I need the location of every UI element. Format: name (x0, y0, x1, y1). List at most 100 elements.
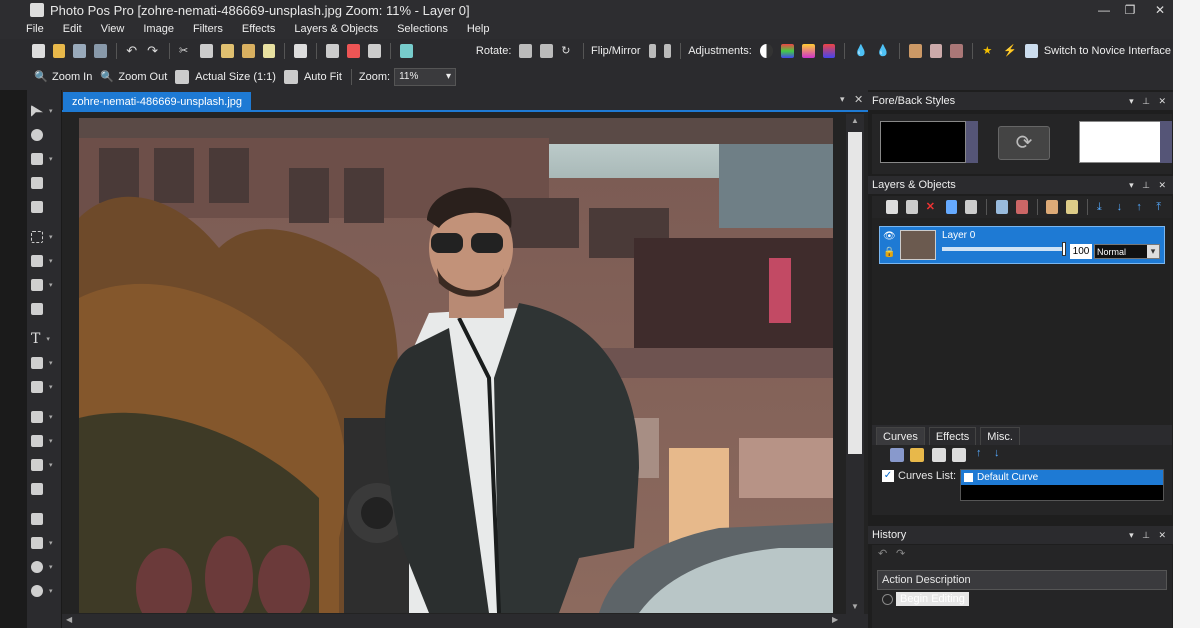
contrast-icon[interactable] (759, 44, 773, 58)
rotate-left-icon[interactable] (519, 44, 533, 58)
layer-properties-icon[interactable] (945, 200, 958, 214)
tab-effects[interactable]: Effects (928, 427, 977, 445)
tab-curves[interactable]: Curves (876, 427, 925, 445)
menu-image[interactable]: Image (133, 20, 183, 39)
history-redo-icon[interactable]: ↷ (896, 547, 905, 560)
novice-icon[interactable] (1024, 44, 1038, 58)
text-tool[interactable]: T ▾ (31, 330, 57, 348)
undo-icon[interactable]: ↶ (126, 44, 139, 58)
panel-buttons-icon[interactable]: ▾ ⊥ ✕ (1129, 180, 1169, 191)
curve-item-default[interactable]: Default Curve (961, 470, 1163, 485)
picker-tool[interactable] (31, 480, 57, 498)
group-icon[interactable] (1046, 200, 1059, 214)
delete-layer-icon[interactable]: ✕ (926, 200, 938, 214)
ruler-icon[interactable] (347, 44, 361, 58)
filter-icon[interactable] (950, 44, 964, 58)
panel-buttons-icon[interactable]: ▾ ⊥ ✕ (1129, 530, 1169, 541)
new-icon[interactable] (31, 44, 45, 58)
paste-icon[interactable] (220, 44, 234, 58)
visibility-eye-icon[interactable]: 👁 (883, 231, 896, 242)
open-icon[interactable] (52, 44, 66, 58)
switch-novice-button[interactable]: Switch to Novice Interface (1044, 45, 1171, 57)
background-options-icon[interactable] (1160, 121, 1172, 163)
save-all-icon[interactable] (94, 44, 108, 58)
zoom-out-button[interactable]: Zoom Out (118, 71, 167, 83)
lock-icon[interactable]: 🔒 (883, 247, 895, 258)
auto-fit-button[interactable]: Auto Fit (304, 71, 342, 83)
shape-tool[interactable]: ▾ (31, 354, 57, 372)
duplicate-layer-icon[interactable] (905, 200, 918, 214)
guides-icon[interactable] (368, 44, 381, 58)
smudge-tool[interactable]: ▾ (31, 534, 57, 552)
rect-select-tool[interactable]: ▾ (31, 228, 57, 246)
history-item[interactable]: Begin Editing (896, 592, 969, 606)
move-up-icon[interactable]: ↑ (1136, 200, 1148, 214)
new-curve-icon[interactable] (932, 448, 946, 462)
line-tool[interactable]: ▾ (31, 378, 57, 396)
red-eye-tool[interactable]: ▾ (31, 558, 57, 576)
zoom-tool[interactable] (31, 126, 57, 144)
menu-view[interactable]: View (91, 20, 134, 39)
object-select-tool[interactable] (31, 300, 57, 318)
eraser-tool[interactable]: ▾ (31, 456, 57, 474)
scroll-right-icon[interactable]: ▶ (832, 615, 838, 624)
menu-file[interactable]: File (0, 20, 53, 39)
cut-icon[interactable]: ✂ (179, 44, 192, 58)
move-top-icon[interactable]: ⤒ (1156, 200, 1168, 214)
dodge-tool[interactable]: ▾ (31, 582, 57, 600)
layer-mask-icon[interactable] (1015, 200, 1028, 214)
menu-selections[interactable]: Selections (387, 20, 457, 39)
stamp-tool[interactable] (31, 510, 57, 528)
delete-curve-icon[interactable] (952, 448, 966, 462)
zoom-in-button[interactable]: Zoom In (52, 71, 92, 83)
restore-icon[interactable]: ❐ (1116, 0, 1144, 20)
background-swatch[interactable] (1079, 121, 1161, 163)
scroll-left-icon[interactable]: ◀ (66, 615, 72, 624)
move-bottom-icon[interactable]: ⤓ (1097, 200, 1109, 214)
rotate-free-icon[interactable]: ↻ (561, 44, 574, 58)
layer-effect-icon[interactable] (995, 200, 1008, 214)
actual-size-button[interactable]: Actual Size (1:1) (195, 71, 276, 83)
history-undo-icon[interactable]: ↶ (878, 547, 887, 560)
layer-row[interactable]: 👁 🔒 Layer 0 100 Normal ▾ (879, 226, 1165, 264)
actual-size-icon[interactable] (175, 69, 190, 84)
curve-up-icon[interactable]: ↑ (976, 447, 982, 459)
water-icon[interactable]: 💧 (876, 44, 890, 58)
menu-edit[interactable]: Edit (53, 20, 91, 39)
menu-effects[interactable]: Effects (232, 20, 284, 39)
rotate-right-icon[interactable] (540, 44, 554, 58)
menu-layers-objects[interactable]: Layers & Objects (284, 20, 387, 39)
drop-icon[interactable]: 💧 (854, 44, 868, 58)
tab-list-icon[interactable]: ▾ (840, 94, 845, 105)
swap-colors-icon[interactable]: ⟳ (998, 126, 1050, 160)
curves-list-checkbox[interactable]: ✓ (882, 470, 894, 482)
open-curve-icon[interactable] (910, 448, 924, 462)
close-document-icon[interactable]: ✕ (854, 93, 863, 106)
scroll-down-icon[interactable]: ▼ (851, 602, 859, 611)
close-icon[interactable]: ✕ (1146, 0, 1174, 20)
move-down-icon[interactable]: ↓ (1117, 200, 1129, 214)
zoom-out-icon[interactable]: 🔍 (100, 70, 114, 84)
lasso-tool[interactable]: ▾ (31, 276, 57, 294)
vertical-scroll-thumb[interactable] (848, 132, 862, 454)
paste-layer-icon[interactable] (262, 44, 276, 58)
save-icon[interactable] (73, 44, 87, 58)
frame-icon[interactable] (929, 44, 943, 58)
ungroup-icon[interactable] (1066, 200, 1078, 214)
auto-fit-icon[interactable] (283, 69, 298, 84)
minimize-icon[interactable]: — (1090, 0, 1118, 20)
foreground-options-icon[interactable] (966, 121, 978, 163)
panel-buttons-icon[interactable]: ▾ ⊥ ✕ (1129, 96, 1169, 107)
hue-icon[interactable] (801, 44, 815, 58)
copy-icon[interactable] (199, 44, 213, 58)
vertical-scrollbar[interactable]: ▲ ▼ (846, 114, 864, 616)
move-tool[interactable]: ▾ (31, 150, 57, 168)
scan-icon[interactable] (399, 44, 413, 58)
fill-tool[interactable]: ▾ (31, 408, 57, 426)
opacity-slider[interactable] (942, 247, 1064, 251)
zoom-select[interactable]: 11% ▾ (394, 67, 457, 86)
picture-icon[interactable] (908, 44, 922, 58)
menu-help[interactable]: Help (457, 20, 499, 39)
grid-icon[interactable] (326, 44, 340, 58)
lightning-icon[interactable]: ⚡ (1003, 44, 1017, 58)
